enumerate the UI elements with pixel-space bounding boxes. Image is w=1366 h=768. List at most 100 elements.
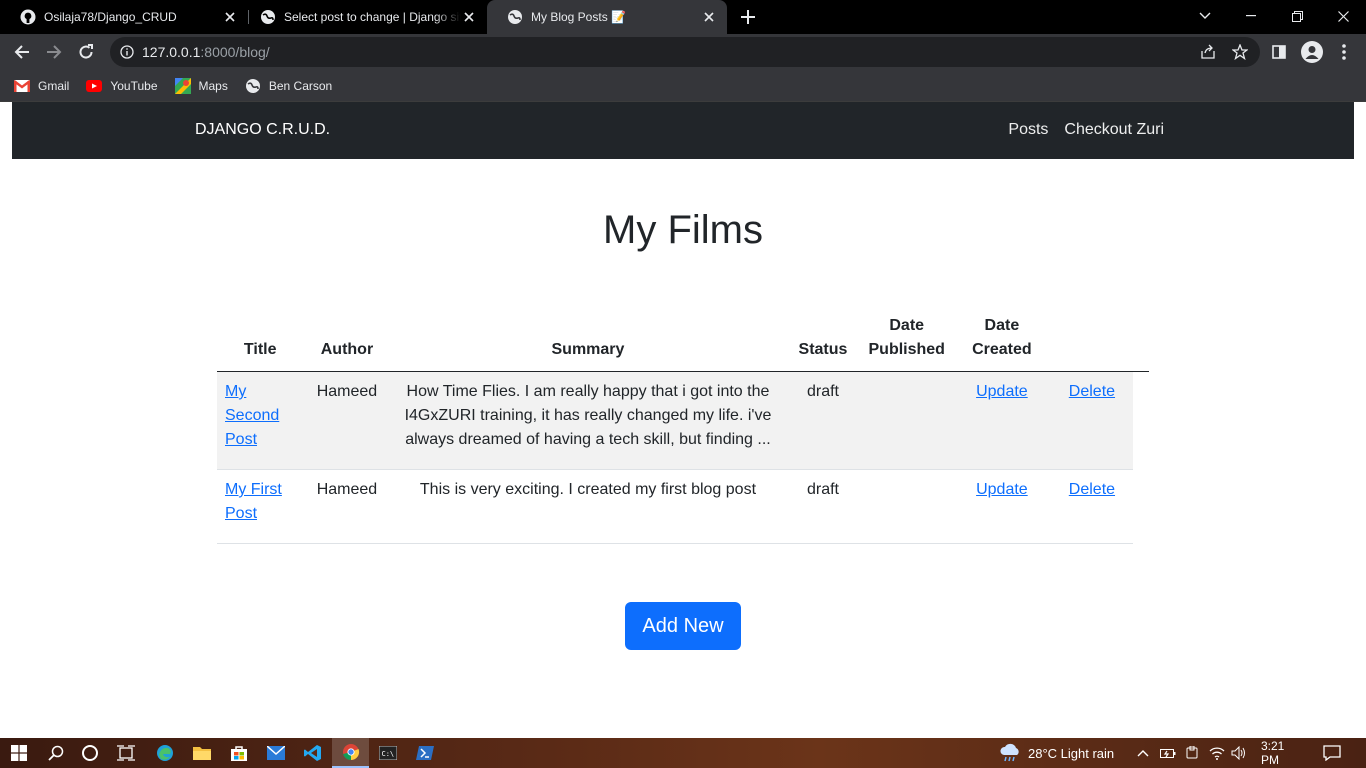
globe-icon (508, 10, 522, 24)
taskbar-file-explorer[interactable] (183, 738, 220, 768)
meet-now-icon (1186, 746, 1198, 759)
address-bar[interactable]: 127.0.0.1:8000/blog/ (110, 37, 1260, 67)
bookmark-maps[interactable]: Maps (174, 77, 228, 94)
show-hidden-icons-button[interactable] (1136, 738, 1150, 768)
taskbar-search-button[interactable] (37, 738, 74, 768)
task-view-button[interactable] (107, 738, 144, 768)
search-icon (47, 745, 63, 761)
globe-icon (245, 78, 261, 94)
tab-title: Select post to change | Django site admi… (284, 10, 461, 24)
post-title-link[interactable]: My First Post (225, 481, 282, 522)
cell-status: draft (785, 371, 861, 470)
bookmark-gmail[interactable]: Gmail (14, 78, 69, 94)
post-title-link[interactable]: My Second Post (225, 383, 279, 448)
new-tab-button[interactable] (738, 7, 758, 27)
taskbar-chrome[interactable] (332, 738, 369, 768)
store-icon (230, 746, 247, 761)
side-panel-button[interactable] (1265, 38, 1293, 66)
start-button[interactable] (0, 738, 37, 768)
windows-start-icon (10, 745, 27, 761)
cell-author: Hameed (303, 371, 391, 470)
restore-button[interactable] (1274, 0, 1320, 32)
vscode-icon (303, 745, 321, 761)
column-header-date-published: Date Published (860, 310, 953, 372)
minimize-button[interactable] (1228, 0, 1274, 32)
gmail-icon (14, 78, 30, 94)
mail-icon (266, 746, 285, 760)
cell-date-created (1133, 469, 1149, 544)
close-icon[interactable] (461, 9, 477, 25)
nav-link-posts[interactable]: Posts (1008, 121, 1048, 139)
table-row: My First Post Hameed This is very exciti… (217, 469, 1149, 544)
tab-search-button[interactable] (1182, 0, 1228, 32)
tab-github[interactable]: Osilaja78/Django_CRUD (0, 0, 248, 34)
info-icon[interactable] (120, 45, 134, 59)
navbar-links: Posts Checkout Zuri (992, 121, 1164, 139)
avatar-icon (1301, 41, 1323, 63)
profile-button[interactable] (1298, 38, 1326, 66)
add-new-button[interactable]: Add New (625, 602, 741, 650)
column-header-author: Author (303, 310, 391, 372)
cell-title: My First Post (217, 469, 304, 544)
taskbar-powershell[interactable] (406, 738, 443, 768)
update-link[interactable]: Update (976, 481, 1028, 498)
youtube-icon (86, 78, 103, 94)
bookmark-ben-carson[interactable]: Ben Carson (245, 78, 332, 94)
restore-icon (1291, 10, 1303, 22)
arrow-left-icon (14, 45, 29, 59)
close-icon[interactable] (222, 9, 238, 25)
cell-summary: This is very exciting. I created my firs… (390, 469, 786, 544)
reload-button[interactable] (72, 38, 100, 66)
taskbar-store[interactable] (220, 738, 257, 768)
page-title: My Films (603, 208, 763, 252)
nav-link-checkout-zuri[interactable]: Checkout Zuri (1064, 121, 1164, 139)
clock-time: 3:21 PM (1261, 739, 1285, 767)
taskbar-mail[interactable] (257, 738, 294, 768)
weather-widget[interactable]: 28°C Light rain (998, 738, 1114, 768)
share-button[interactable] (1194, 37, 1222, 67)
bookmark-youtube[interactable]: YouTube (86, 78, 158, 94)
clock[interactable]: 3:21 PM (1261, 738, 1303, 768)
taskbar-terminal[interactable]: C:\ (369, 738, 406, 768)
cell-summary: How Time Flies. I am really happy that i… (390, 371, 786, 470)
menu-button[interactable] (1330, 38, 1358, 66)
maps-icon (174, 77, 191, 94)
windows-taskbar: C:\ 28°C Light rain 3:21 PM (0, 738, 1366, 768)
taskbar-vscode[interactable] (294, 738, 331, 768)
weather-text: 28°C Light rain (1028, 745, 1115, 761)
url-text: 127.0.0.1:8000/blog/ (142, 44, 270, 60)
close-icon[interactable] (701, 9, 717, 25)
table-header-row: Title Author Summary Status Date Publish… (217, 310, 1149, 372)
battery-indicator[interactable] (1160, 738, 1176, 768)
close-window-button[interactable] (1320, 0, 1366, 32)
side-panel-icon (1272, 45, 1286, 59)
cell-update: Update (952, 371, 1051, 470)
volume-indicator[interactable] (1231, 738, 1247, 768)
cortana-icon (81, 745, 98, 761)
meet-now-indicator[interactable] (1185, 738, 1199, 768)
cell-title: My Second Post (217, 371, 304, 470)
forward-button[interactable] (40, 38, 68, 66)
update-link[interactable]: Update (976, 383, 1028, 400)
tab-django-admin[interactable]: Select post to change | Django site admi… (240, 0, 487, 34)
browser-tab-strip: Osilaja78/Django_CRUD Select post to cha… (0, 0, 1366, 34)
notification-center-button[interactable] (1323, 738, 1341, 768)
taskbar-edge[interactable] (146, 738, 183, 768)
site-navbar: DJANGO C.R.U.D. Posts Checkout Zuri (12, 102, 1354, 159)
cortana-button[interactable] (71, 738, 108, 768)
close-icon (1337, 10, 1349, 22)
bookmark-label: Maps (198, 78, 228, 93)
cloud-rain-icon (1000, 743, 1019, 762)
back-button[interactable] (8, 38, 36, 66)
bookmark-star-button[interactable] (1226, 37, 1254, 67)
navbar-brand[interactable]: DJANGO C.R.U.D. (195, 121, 330, 139)
network-indicator[interactable] (1209, 738, 1225, 768)
globe-icon (261, 10, 275, 24)
tab-my-blog-posts[interactable]: My Blog Posts 📝 (487, 0, 727, 34)
bookmark-label: Gmail (38, 78, 70, 93)
browser-toolbar: 127.0.0.1:8000/blog/ (0, 34, 1366, 70)
delete-link[interactable]: Delete (1069, 383, 1115, 400)
table-row: My Second Post Hameed How Time Flies. I … (217, 371, 1149, 470)
tab-title: My Blog Posts 📝 (531, 10, 626, 24)
delete-link[interactable]: Delete (1069, 481, 1115, 498)
